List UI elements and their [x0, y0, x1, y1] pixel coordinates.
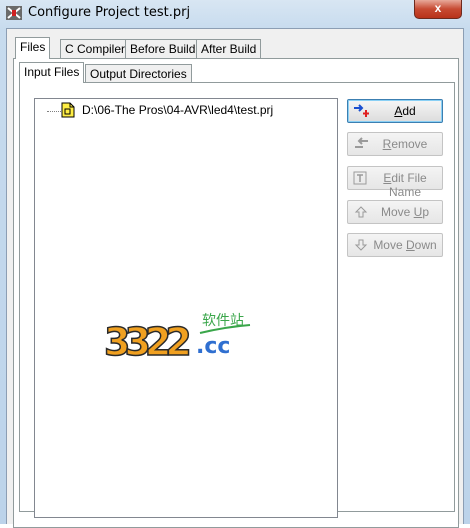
arrow-down-icon	[354, 239, 368, 251]
add-button[interactable]: Add	[347, 99, 443, 123]
tab-output-directories-label: Output Directories	[90, 67, 187, 81]
watermark-suffix: .cc	[196, 334, 230, 359]
dialog-window: Configure Project test.prj x Files C Com…	[0, 0, 470, 528]
remove-button[interactable]: Remove	[347, 132, 443, 156]
tab-before-build[interactable]: Before Build	[125, 39, 201, 58]
tab-c-compiler-label: C Compiler	[65, 42, 126, 56]
add-button-label: Add	[394, 104, 416, 118]
tab-input-files-label: Input Files	[24, 65, 80, 79]
input-files-panel: D:\06-The Pros\04-AVR\led4\test.prj Add	[19, 82, 455, 518]
dialog-client: Files C Compiler Before Build After Buil…	[6, 28, 464, 528]
arrow-up-icon	[354, 206, 368, 218]
window-title: Configure Project test.prj	[28, 5, 191, 20]
edit-icon	[353, 171, 367, 185]
tab-files[interactable]: Files	[15, 37, 51, 59]
move-up-button[interactable]: Move Up	[347, 200, 443, 224]
edit-file-name-button[interactable]: Edit File Name	[347, 166, 443, 199]
app-icon	[6, 6, 22, 20]
tree-connector-line	[47, 111, 61, 112]
tab-after-build[interactable]: After Build	[196, 39, 262, 58]
move-down-button[interactable]: Move Down	[347, 233, 443, 257]
remove-icon	[355, 137, 368, 148]
title-bar[interactable]: Configure Project test.prj x	[0, 0, 470, 26]
move-down-button-label: Move Down	[373, 238, 437, 252]
edit-file-name-button-label: Edit File Name	[383, 171, 427, 199]
tab-c-compiler[interactable]: C Compiler	[60, 39, 131, 58]
files-tab-panel: Input Files Output Directories D:\06-The…	[13, 58, 459, 528]
project-file-icon	[61, 102, 75, 118]
tab-before-build-label: Before Build	[130, 42, 196, 56]
remove-button-label: Remove	[382, 137, 428, 151]
move-up-button-label: Move Up	[380, 205, 430, 219]
add-icon	[354, 104, 369, 117]
close-icon: x	[434, 1, 442, 15]
close-button[interactable]: x	[414, 0, 462, 19]
tab-input-files[interactable]: Input Files	[19, 62, 85, 83]
tab-output-directories[interactable]: Output Directories	[85, 64, 192, 83]
watermark-digits: 3322	[104, 320, 189, 364]
watermark-logo: 3322 .cc 软件站	[103, 313, 251, 365]
tab-files-label: Files	[20, 40, 46, 54]
tab-after-build-label: After Build	[201, 42, 257, 56]
tree-item-label: D:\06-The Pros\04-AVR\led4\test.prj	[82, 103, 274, 117]
